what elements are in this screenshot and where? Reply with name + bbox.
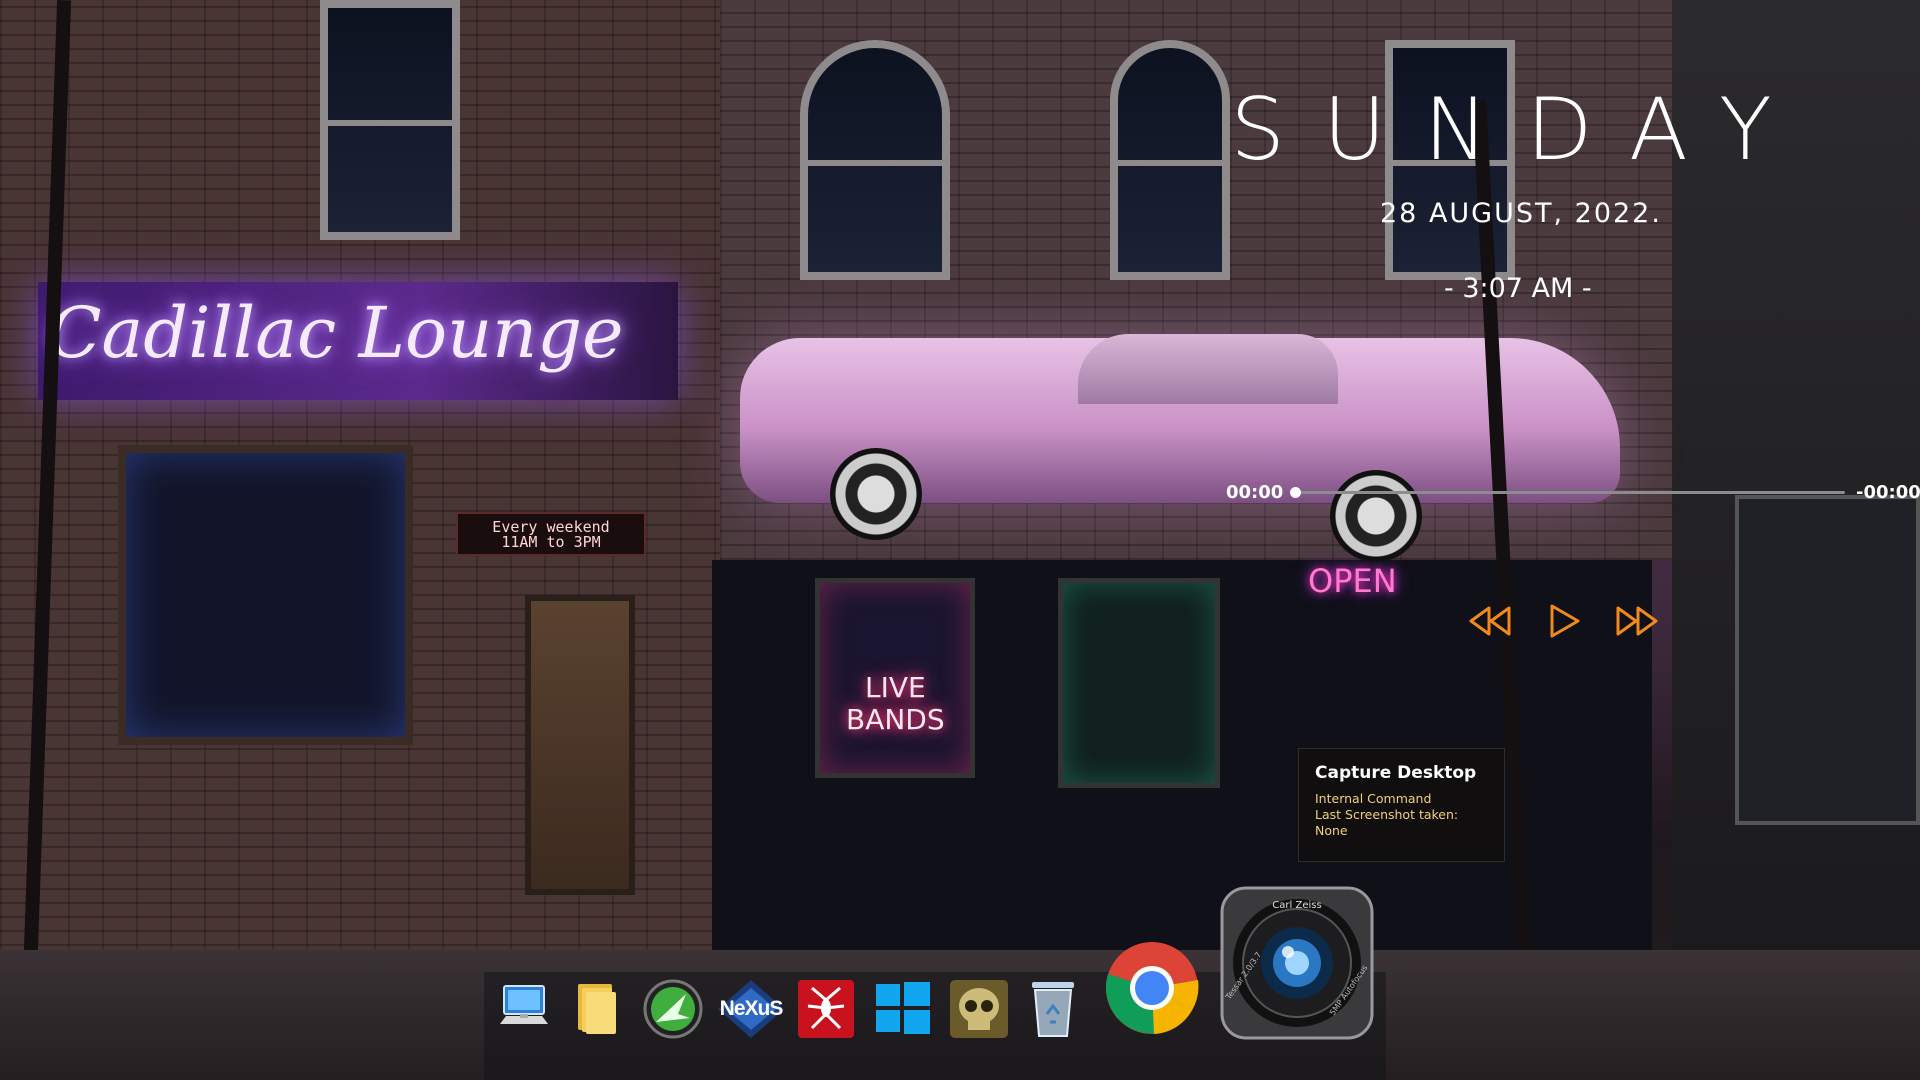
media-elapsed-time: 00:00	[1226, 482, 1284, 503]
car-wheel-rear	[1330, 470, 1422, 562]
chrome-icon	[1105, 942, 1199, 1034]
neon-sign-text: Cadillac Lounge	[48, 292, 624, 374]
dock-item-nexus[interactable]: NeXuS	[716, 978, 786, 1040]
bar-door	[525, 595, 635, 895]
dock-item-chrome[interactable]	[1104, 940, 1200, 1036]
dock-item-spider-man[interactable]	[796, 978, 856, 1040]
window-upper-left	[320, 0, 460, 240]
car-wheel-front	[830, 448, 922, 540]
window-upper-center-2	[1110, 40, 1230, 280]
computer-icon	[500, 985, 548, 1024]
tooltip-line-2: Last Screenshot taken:	[1315, 807, 1459, 822]
dock-item-capture-desktop[interactable]: Carl Zeiss Tessar 2.0/3.7 5MP Autofocus	[1220, 886, 1374, 1040]
rewind-button[interactable]	[1467, 602, 1513, 640]
live-bands-neon: LIVE BANDS	[846, 672, 945, 736]
storefront-window-right	[1058, 578, 1220, 788]
clock-day: SUNDAY	[1230, 80, 1810, 180]
spider-man-icon	[798, 980, 854, 1038]
dock-item-green-arrow[interactable]	[642, 978, 704, 1040]
recycle-bin-icon	[1032, 982, 1074, 1037]
led-board: Every weekend 11AM to 3PM	[456, 512, 646, 556]
live-bands-line-1: LIVE	[864, 671, 926, 704]
clock-date: 28 AUGUST, 2022.	[1380, 198, 1662, 229]
camera-brand-text: Carl Zeiss	[1272, 900, 1322, 911]
car-roof	[1078, 334, 1338, 404]
skull-icon	[950, 980, 1008, 1038]
fast-forward-button[interactable]	[1614, 602, 1660, 640]
dock-item-skull[interactable]	[948, 978, 1010, 1040]
bar-window	[118, 445, 413, 745]
windows-icon	[876, 982, 930, 1034]
dock-item-recycle-bin[interactable]	[1028, 978, 1078, 1040]
clock-time: - 3:07 AM -	[1444, 273, 1592, 304]
media-progress-bar[interactable]	[1290, 487, 1845, 498]
tooltip-line-3: None	[1315, 823, 1348, 838]
rewind-icon	[1469, 606, 1511, 636]
nexus-label: NeXuS	[719, 997, 784, 1020]
dock-item-windows[interactable]	[872, 978, 932, 1038]
play-button[interactable]	[1540, 602, 1586, 640]
folder-icon	[578, 984, 616, 1034]
dock-item-computer[interactable]	[494, 978, 554, 1038]
building-right-window	[1735, 495, 1920, 825]
play-icon	[1550, 604, 1580, 638]
green-arrow-icon	[643, 979, 703, 1039]
window-upper-center	[800, 40, 950, 280]
fast-forward-icon	[1616, 606, 1658, 636]
tooltip-line-1: Internal Command	[1315, 791, 1432, 806]
open-neon-sign: OPEN	[1308, 562, 1397, 600]
live-bands-line-2: BANDS	[846, 703, 945, 736]
media-remaining-time: -00:00	[1856, 482, 1920, 503]
tooltip-title: Capture Desktop	[1315, 763, 1477, 783]
media-progress-knob[interactable]	[1290, 487, 1301, 498]
capture-desktop-tooltip: Capture Desktop Internal Command Last Sc…	[1298, 748, 1505, 862]
led-board-line-2: 11AM to 3PM	[501, 533, 601, 551]
dock-item-folder[interactable]	[570, 978, 624, 1038]
